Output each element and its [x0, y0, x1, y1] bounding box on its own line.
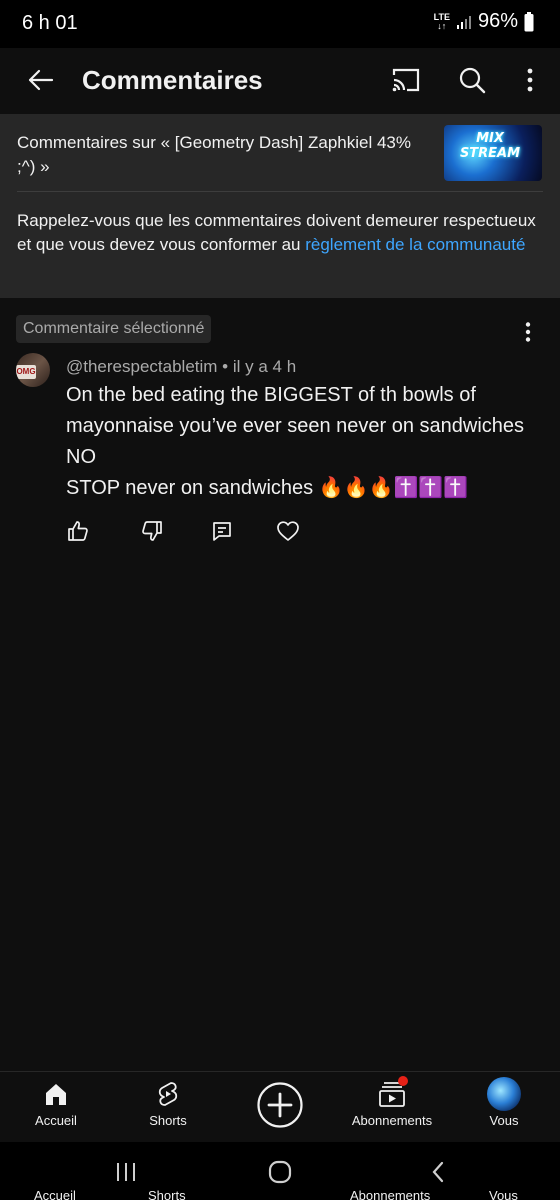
dislike-icon: [142, 521, 162, 541]
ghost-label: Abonnements: [350, 1188, 431, 1200]
recents-icon: [117, 1163, 135, 1181]
video-reference-text: Commentaires sur « [Geometry Dash] Zaphk…: [17, 133, 411, 176]
create-button[interactable]: [256, 1081, 304, 1129]
nav-icon-wrap: [0, 1080, 112, 1108]
shorts-icon: [158, 1082, 178, 1106]
comment-more-button[interactable]: [514, 318, 542, 346]
avatar[interactable]: [487, 1077, 521, 1111]
nav-icon-wrap: [336, 1080, 448, 1108]
nav-label: Accueil: [35, 1113, 77, 1128]
chevron-left-icon: [432, 1161, 444, 1183]
back-icon: [28, 69, 54, 91]
back-button[interactable]: [22, 58, 58, 102]
notification-dot: [398, 1076, 408, 1086]
battery-level: 96%: [477, 10, 518, 32]
nav-icon-wrap: [112, 1080, 224, 1108]
ghost-label: Accueil: [34, 1188, 76, 1200]
reply-icon: [213, 522, 231, 541]
heart-icon: [277, 521, 299, 541]
video-reference[interactable]: Commentaires sur « [Geometry Dash] Zaphk…: [0, 114, 560, 192]
dislike-button[interactable]: [140, 519, 164, 543]
home-circle-icon: [268, 1160, 292, 1184]
like-button[interactable]: [66, 519, 90, 543]
community-guidelines-link[interactable]: règlement de la communauté: [305, 235, 525, 254]
nav-label: Vous: [489, 1113, 519, 1128]
recents-button[interactable]: [106, 1156, 146, 1188]
nav-home[interactable]: Accueil: [0, 1072, 112, 1143]
system-back-button[interactable]: [418, 1156, 458, 1188]
signal-icon: [456, 15, 471, 29]
cast-button[interactable]: [384, 56, 428, 104]
battery-icon: [524, 11, 534, 31]
page-title: Commentaires: [82, 65, 263, 95]
thumbnail-text: MIX STREAM: [459, 131, 521, 161]
nav-label: Shorts: [149, 1113, 187, 1128]
lte-icon: LTE ↓↑: [433, 11, 450, 31]
comment-body: On the bed eating the BIGGEST of th bowl…: [66, 380, 526, 504]
video-thumbnail[interactable]: MIX STREAM: [444, 125, 542, 181]
cast-icon: [392, 68, 420, 92]
comment-line: On the bed eating the BIGGEST of th bowl…: [66, 384, 525, 468]
avatar-badge: OMG: [16, 365, 36, 379]
network-label: LTE: [433, 11, 450, 22]
status-time: 6 h 01: [22, 12, 78, 34]
nav-label: Abonnements: [351, 1113, 433, 1128]
create-icon: [257, 1082, 303, 1128]
home-button[interactable]: [260, 1156, 300, 1188]
home-icon: [46, 1084, 66, 1105]
status-indicators: LTE ↓↑ 96%: [434, 10, 534, 33]
system-navigation: Accueil Shorts Abonnements Vous: [0, 1142, 560, 1200]
comment-line: STOP never on sandwiches 🔥🔥🔥✝️✝️✝️: [66, 477, 469, 499]
community-notice: Rappelez-vous que les commentaires doive…: [0, 192, 560, 298]
ghost-label: Shorts: [148, 1188, 186, 1200]
nav-subscriptions[interactable]: Abonnements: [336, 1072, 448, 1143]
more-vert-icon: [525, 322, 531, 342]
heart-button[interactable]: [276, 519, 300, 543]
status-bar: 6 h 01 LTE ↓↑ 96%: [0, 0, 560, 48]
app-bar: Commentaires: [0, 48, 560, 114]
search-button[interactable]: [450, 56, 494, 104]
nav-shorts[interactable]: Shorts: [112, 1072, 224, 1143]
more-button[interactable]: [508, 56, 552, 104]
more-vert-icon: [527, 68, 533, 92]
notice-text: Rappelez-vous que les commentaires doive…: [17, 209, 543, 257]
reply-button[interactable]: [210, 519, 234, 543]
comment-meta: @therespectabletim • il y a 4 h: [66, 357, 297, 376]
ghost-label: Vous: [489, 1188, 518, 1200]
avatar[interactable]: OMG: [16, 353, 50, 387]
like-icon: [68, 521, 88, 541]
selected-comment-label: Commentaire sélectionné: [16, 315, 212, 343]
search-icon: [459, 67, 486, 94]
